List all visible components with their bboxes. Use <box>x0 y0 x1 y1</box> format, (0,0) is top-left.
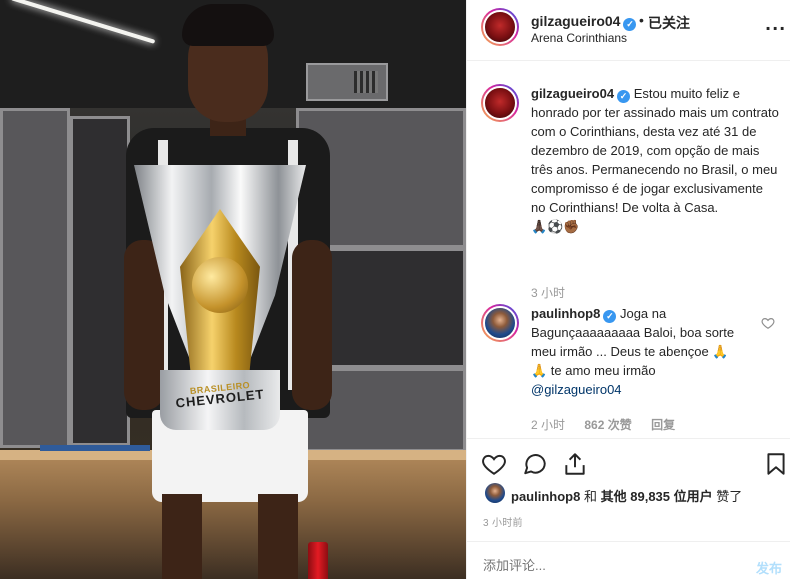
comment-username[interactable]: paulinhop8 <box>531 306 600 321</box>
more-icon[interactable]: ... <box>765 15 786 34</box>
caption-body: Estou muito feliz e honrado por ter assi… <box>531 86 779 215</box>
verified-icon: ✓ <box>603 310 617 323</box>
verified-icon: ✓ <box>623 18 637 31</box>
liker-avatar[interactable] <box>485 483 505 503</box>
caption-time[interactable]: 3 小时 <box>531 286 565 300</box>
avatar-image <box>483 10 517 44</box>
add-comment-bar: 发布 <box>467 541 790 579</box>
likes-suffix[interactable]: 位用户 <box>674 489 713 504</box>
trophy: BRASILEIRO CHEVROLET <box>134 165 306 430</box>
caption-username[interactable]: gilzagueiro04 <box>531 86 614 101</box>
heart-icon[interactable] <box>481 451 507 477</box>
comment-item: paulinhop8 ✓ Joga na Bagunçaaaaaaaaa Balo… <box>481 304 781 434</box>
likes-liked: 赞了 <box>716 489 743 504</box>
caption-text: gilzagueiro04 ✓ Estou muito feliz e honra… <box>531 84 779 236</box>
avatar-image <box>483 306 517 340</box>
author-avatar[interactable] <box>481 8 519 46</box>
post-comment-button[interactable]: 发布 <box>756 558 782 577</box>
comment-input[interactable] <box>483 558 723 573</box>
share-icon[interactable] <box>562 451 588 477</box>
soda-can <box>308 542 328 579</box>
verified-icon: ✓ <box>617 90 631 103</box>
player-leg <box>162 494 202 579</box>
caption-meta: 3 小时 <box>531 284 581 301</box>
username-text[interactable]: gilzagueiro04 <box>531 13 620 29</box>
post-photo[interactable]: BRASILEIRO CHEVROLET <box>0 0 466 579</box>
comment-heart-icon[interactable] <box>761 316 775 330</box>
comment-avatar[interactable] <box>481 304 519 342</box>
caption-avatar[interactable] <box>481 84 519 122</box>
trophy-ball <box>192 257 248 313</box>
follow-status-button[interactable]: 已关注 <box>648 13 690 33</box>
likes-summary: paulinhop8 和 其他 89,835 位用户 赞了 <box>485 483 785 505</box>
comment-meta: 2 小时 862 次赞 回复 <box>531 416 691 433</box>
player-hair <box>182 4 274 46</box>
comment-mention[interactable]: @gilzagueiro04 <box>531 382 622 397</box>
comment-time[interactable]: 2 小时 <box>531 418 565 432</box>
player-leg <box>258 494 298 579</box>
likes-text: paulinhop8 和 其他 89,835 位用户 赞了 <box>511 486 742 505</box>
locker <box>0 108 70 448</box>
caption-emojis: 🙏🏿⚽✊🏾 <box>531 219 580 234</box>
post-panel: gilzagueiro04 ✓ • 已关注 Arena Corinthians .… <box>466 0 790 579</box>
comment-likes[interactable]: 862 次赞 <box>584 418 631 432</box>
reply-button[interactable]: 回复 <box>651 418 675 432</box>
likes-count[interactable]: 89,835 <box>630 489 670 504</box>
comment-icon[interactable] <box>522 451 548 477</box>
keypad-icon <box>354 71 378 93</box>
likes-others[interactable]: 其他 <box>601 489 627 504</box>
liker-username[interactable]: paulinhop8 <box>511 489 580 504</box>
comment-text: paulinhop8 ✓ Joga na Bagunçaaaaaaaaa Balo… <box>531 304 746 399</box>
bookmark-icon[interactable] <box>763 451 789 477</box>
post-header: gilzagueiro04 ✓ • 已关注 Arena Corinthians .… <box>467 0 790 61</box>
post-timestamp[interactable]: 3 小时前 <box>483 514 523 529</box>
caption: gilzagueiro04 ✓ Estou muito feliz e honra… <box>481 84 781 314</box>
likes-and: 和 <box>583 489 597 504</box>
avatar-image <box>483 86 517 120</box>
location-link[interactable]: Arena Corinthians <box>531 31 627 45</box>
author-username[interactable]: gilzagueiro04 ✓ <box>531 13 637 31</box>
comments-list[interactable]: gilzagueiro04 ✓ Estou muito feliz e honra… <box>467 62 790 438</box>
separator-dot: • <box>639 12 644 28</box>
